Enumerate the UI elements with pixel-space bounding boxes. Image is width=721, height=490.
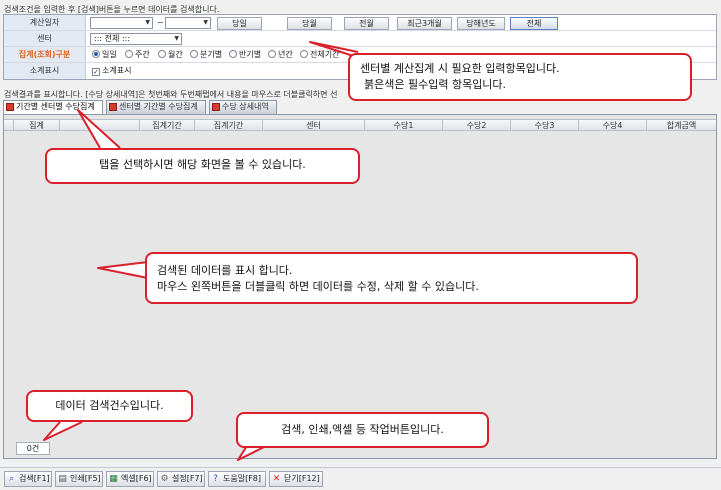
date-range-separator: ~ [157, 18, 164, 27]
close-icon: ✕ [272, 474, 281, 484]
help-button[interactable]: ? 도움말[F8] [208, 471, 266, 487]
radio-all-period[interactable]: 전체기간 [300, 49, 339, 61]
radio-dot [190, 50, 198, 58]
close-button[interactable]: ✕ 닫기[F12] [269, 471, 323, 487]
range-3months-button[interactable]: 최근3개월 [397, 17, 452, 30]
radio-dot [92, 50, 100, 58]
grid-column-header[interactable]: 집계 [14, 120, 60, 131]
callout-grid-line1: 검색된 데이터를 표시 합니다. [157, 264, 293, 277]
tab-icon [212, 103, 220, 111]
range-this-month-button[interactable]: 당월 [287, 17, 332, 30]
radio-dot [300, 50, 308, 58]
grid-header: 집계 집계기간 집계기간 센터 수당1 수당2 수당3 수당4 합계금액 [4, 119, 716, 131]
radio-dot [158, 50, 166, 58]
callout-toolbar: 검색, 인쇄,엑셀 등 작업버튼입니다. [236, 412, 489, 448]
radio-quarterly[interactable]: 분기별 [190, 49, 222, 61]
chevron-down-icon: ▼ [174, 35, 179, 42]
grid-column-header[interactable]: 수당2 [443, 120, 511, 131]
tab-center-period-summary[interactable]: 센터별 기간별 수당집계 [106, 100, 206, 114]
record-count: 0건 [16, 442, 50, 455]
callout-form-line2: 붉은색은 필수입력 항목입니다. [364, 78, 507, 91]
date-label: 계산일자 [4, 15, 86, 30]
grid-column-header[interactable]: 수당4 [579, 120, 647, 131]
center-select-value: ::: 전체 ::: [94, 34, 130, 43]
radio-daily[interactable]: 일일 [92, 49, 117, 61]
range-today-button[interactable]: 당일 [217, 17, 262, 30]
date-to-picker[interactable]: ▼ [165, 17, 211, 29]
tab-allowance-detail[interactable]: 수당 상세내역 [209, 100, 277, 114]
radio-dot [229, 50, 237, 58]
range-all-button[interactable]: 전체 [510, 17, 558, 30]
radio-dot [268, 50, 276, 58]
grid-column-header[interactable] [60, 120, 140, 131]
action-toolbar: ⌕ 검색[F1] ▤ 인쇄[F5] ▦ 엑셀[F6] ⚙ 설정[F7] ? 도움말[F8]… [0, 467, 721, 490]
callout-form: 센터별 계산집계 시 필요한 입력항목입니다. 붉은색은 필수입력 항목입니다. [348, 53, 692, 101]
settings-button[interactable]: ⚙ 설정[F7] [157, 471, 205, 487]
center-label: 센터 [4, 31, 86, 46]
app-window: 검색조건을 입력한 후 [검색]버튼을 누르면 데이터를 검색합니다. 계산일자… [0, 0, 721, 490]
radio-monthly[interactable]: 월간 [158, 49, 183, 61]
grid-column-header[interactable]: 수당3 [511, 120, 579, 131]
date-row: 계산일자 ▼ ~ ▼ 당일 당월 전월 최근3개월 당해년도 전체 [4, 15, 716, 31]
tab-period-center-summary[interactable]: 기간별 센터별 수당집계 [3, 100, 103, 115]
print-button[interactable]: ▤ 인쇄[F5] [55, 471, 103, 487]
radio-dot [125, 50, 133, 58]
callout-count: 데이터 검색건수입니다. [26, 390, 193, 422]
grid-column-header[interactable]: 센터 [263, 120, 365, 131]
range-this-year-button[interactable]: 당해년도 [457, 17, 505, 30]
callout-grid-line2: 마우스 왼쪽버튼을 더블클릭 하면 데이터를 수정, 삭제 할 수 있습니다. [157, 280, 479, 293]
subtotal-label: 소계표시 [4, 63, 86, 79]
checkmark-icon: ✓ [92, 68, 100, 76]
gear-icon: ⚙ [160, 474, 169, 484]
radio-yearly[interactable]: 년간 [268, 49, 293, 61]
radio-weekly[interactable]: 주간 [125, 49, 150, 61]
center-row: 센터 ::: 전체 ::: ▼ [4, 31, 716, 47]
printer-icon: ▤ [58, 474, 67, 484]
center-select[interactable]: ::: 전체 ::: ▼ [90, 33, 182, 45]
group-label: 집계(조회)구분 [4, 47, 86, 62]
chevron-down-icon: ▼ [203, 19, 208, 26]
chevron-down-icon: ▼ [145, 19, 150, 26]
grid-column-header[interactable]: 수당1 [365, 120, 443, 131]
tab-icon [6, 103, 14, 111]
search-button[interactable]: ⌕ 검색[F1] [4, 471, 52, 487]
grid-column-header[interactable]: 집계기간 [195, 120, 263, 131]
callout-grid: 검색된 데이터를 표시 합니다. 마우스 왼쪽버튼을 더블클릭 하면 데이터를 … [145, 252, 638, 304]
help-icon: ? [213, 474, 218, 484]
result-hint-text: 검색결과를 표시합니다. [수당 상세내역]은 첫번째와 두번째탭에서 내용을 … [4, 90, 338, 99]
grid-row-header [4, 120, 14, 131]
range-last-month-button[interactable]: 전월 [344, 17, 389, 30]
excel-button[interactable]: ▦ 엑셀[F6] [106, 471, 154, 487]
excel-icon: ▦ [109, 474, 118, 484]
search-icon: ⌕ [8, 474, 15, 484]
grid-column-header[interactable]: 합계금액 [647, 120, 716, 131]
date-from-picker[interactable]: ▼ [90, 17, 153, 29]
callout-form-line1: 센터별 계산집계 시 필요한 입력항목입니다. [360, 62, 560, 75]
subtotal-checkbox[interactable]: ✓ 소계표시 [92, 65, 131, 77]
callout-tabs: 탭을 선택하시면 해당 화면을 볼 수 있습니다. [45, 148, 360, 184]
tab-icon [109, 103, 117, 111]
grid-column-header[interactable]: 집계기간 [140, 120, 195, 131]
radio-half-yearly[interactable]: 반기별 [229, 49, 261, 61]
